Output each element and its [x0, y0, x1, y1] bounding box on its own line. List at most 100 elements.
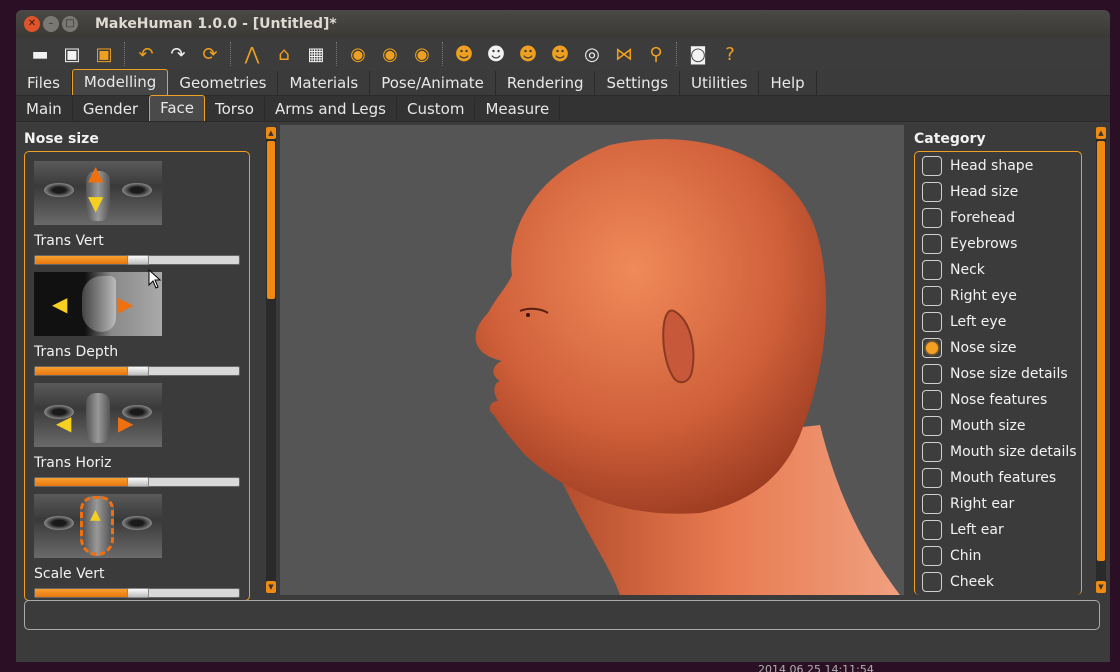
radio-button[interactable] — [922, 520, 942, 540]
subtab-custom[interactable]: Custom — [397, 97, 476, 121]
slider-handle[interactable] — [126, 255, 149, 265]
radio-button[interactable] — [922, 234, 942, 254]
smooth-icon[interactable]: ⌂ — [270, 40, 298, 68]
subtab-measure[interactable]: Measure — [475, 97, 561, 121]
slider-label: Scale Vert — [34, 566, 105, 582]
reset-camera-icon[interactable]: ◎ — [578, 40, 606, 68]
tab-help[interactable]: Help — [759, 71, 817, 95]
trans-depth-slider[interactable] — [34, 366, 240, 376]
radio-button[interactable] — [922, 182, 942, 202]
maximize-window-button[interactable]: □ — [62, 16, 78, 32]
category-item-nose-size[interactable]: Nose size — [922, 335, 1077, 361]
right-view-icon[interactable]: ☻ — [482, 40, 510, 68]
category-item-cheek[interactable]: Cheek — [922, 569, 1077, 595]
category-item-eyebrows[interactable]: Eyebrows — [922, 231, 1077, 257]
right-panel-scrollbar[interactable]: ▲ ▼ — [1096, 127, 1106, 593]
radio-button[interactable] — [922, 546, 942, 566]
save-icon[interactable]: ▣ — [58, 40, 86, 68]
folder-open-icon[interactable]: ▬ — [26, 40, 54, 68]
close-window-button[interactable]: ✕ — [24, 16, 40, 32]
tab-materials[interactable]: Materials — [278, 71, 371, 95]
subtab-torso[interactable]: Torso — [205, 97, 265, 121]
redo-icon[interactable]: ↷ — [164, 40, 192, 68]
3d-viewport[interactable] — [280, 125, 904, 595]
radio-button[interactable] — [922, 312, 942, 332]
undo-icon[interactable]: ↶ — [132, 40, 160, 68]
arrow-left-icon: ◀ — [56, 411, 72, 435]
category-item-left-ear[interactable]: Left ear — [922, 517, 1077, 543]
tab-utilities[interactable]: Utilities — [680, 71, 760, 95]
category-item-head-size[interactable]: Head size — [922, 179, 1077, 205]
tab-files[interactable]: Files — [16, 71, 72, 95]
nose-size-panel: Nose size ▲ ▼ Trans Vert ◀ ▶ Trans Depth… — [20, 131, 252, 601]
scroll-up-icon[interactable]: ▲ — [1096, 127, 1106, 139]
radio-button[interactable] — [922, 208, 942, 228]
wireframe-icon[interactable]: ⋀ — [238, 40, 266, 68]
export-icon[interactable]: ▣ — [90, 40, 118, 68]
radio-button[interactable] — [922, 494, 942, 514]
top-view-icon[interactable]: ☻ — [514, 40, 542, 68]
pose-icon[interactable]: ⚲ — [642, 40, 670, 68]
back-view-icon[interactable]: ◉ — [376, 40, 404, 68]
radio-button[interactable] — [922, 286, 942, 306]
category-item-chin[interactable]: Chin — [922, 543, 1077, 569]
slider-handle[interactable] — [126, 366, 149, 376]
tab-modelling[interactable]: Modelling — [71, 69, 169, 95]
subtab-face[interactable]: Face — [149, 95, 206, 121]
scrollbar-thumb[interactable] — [1097, 141, 1105, 561]
screenshot-icon[interactable]: ◙ — [684, 40, 712, 68]
side-view-icon[interactable]: ◉ — [408, 40, 436, 68]
category-item-right-ear[interactable]: Right ear — [922, 491, 1077, 517]
category-label: Eyebrows — [950, 236, 1018, 252]
main-tab-bar: Files Modelling Geometries Materials Pos… — [16, 69, 1110, 96]
scroll-up-icon[interactable]: ▲ — [266, 127, 276, 139]
left-view-icon[interactable]: ☻ — [450, 40, 478, 68]
sub-tab-bar: Main Gender Face Torso Arms and Legs Cus… — [16, 95, 1110, 122]
radio-button[interactable] — [922, 416, 942, 436]
trans-horiz-slider[interactable] — [34, 477, 240, 487]
subtab-gender[interactable]: Gender — [73, 97, 150, 121]
scale-vert-slider[interactable] — [34, 588, 240, 598]
tab-rendering[interactable]: Rendering — [496, 71, 596, 95]
category-item-forehead[interactable]: Forehead — [922, 205, 1077, 231]
background-icon[interactable]: ▦ — [302, 40, 330, 68]
radio-button[interactable] — [922, 442, 942, 462]
tab-geometries[interactable]: Geometries — [168, 71, 279, 95]
radio-button[interactable] — [922, 572, 942, 592]
category-item-mouth-features[interactable]: Mouth features — [922, 465, 1077, 491]
scrollbar-thumb[interactable] — [267, 141, 275, 299]
category-item-left-eye[interactable]: Left eye — [922, 309, 1077, 335]
category-item-nose-features[interactable]: Nose features — [922, 387, 1077, 413]
scroll-down-icon[interactable]: ▼ — [1096, 581, 1106, 593]
slider-handle[interactable] — [126, 477, 149, 487]
scroll-down-icon[interactable]: ▼ — [266, 581, 276, 593]
radio-button[interactable] — [922, 260, 942, 280]
front-view-icon[interactable]: ◉ — [344, 40, 372, 68]
help-icon[interactable]: ? — [716, 40, 744, 68]
radio-button[interactable] — [922, 390, 942, 410]
subtab-main[interactable]: Main — [16, 97, 73, 121]
category-item-head-shape[interactable]: Head shape — [922, 153, 1077, 179]
left-panel-scrollbar[interactable]: ▲ ▼ — [266, 127, 276, 593]
radio-button[interactable] — [922, 468, 942, 488]
slider-handle[interactable] — [126, 588, 149, 598]
category-item-neck[interactable]: Neck — [922, 257, 1077, 283]
toolbar-separator — [676, 42, 678, 66]
tab-settings[interactable]: Settings — [595, 71, 681, 95]
subtab-arms-and-legs[interactable]: Arms and Legs — [265, 97, 397, 121]
radio-button[interactable] — [922, 156, 942, 176]
arrow-down-icon: ▼ — [88, 191, 104, 215]
reset-icon[interactable]: ⟳ — [196, 40, 224, 68]
category-item-right-eye[interactable]: Right eye — [922, 283, 1077, 309]
radio-button-selected[interactable] — [922, 338, 942, 358]
trans-vert-slider[interactable] — [34, 255, 240, 265]
minimize-window-button[interactable]: – — [43, 16, 59, 32]
tab-pose-animate[interactable]: Pose/Animate — [370, 71, 496, 95]
arrow-left-icon: ◀ — [52, 292, 68, 316]
category-item-mouth-size[interactable]: Mouth size — [922, 413, 1077, 439]
symmetry-icon[interactable]: ⋈ — [610, 40, 638, 68]
category-item-mouth-size-details[interactable]: Mouth size details — [922, 439, 1077, 465]
bottom-view-icon[interactable]: ☻ — [546, 40, 574, 68]
radio-button[interactable] — [922, 364, 942, 384]
category-item-nose-size-details[interactable]: Nose size details — [922, 361, 1077, 387]
